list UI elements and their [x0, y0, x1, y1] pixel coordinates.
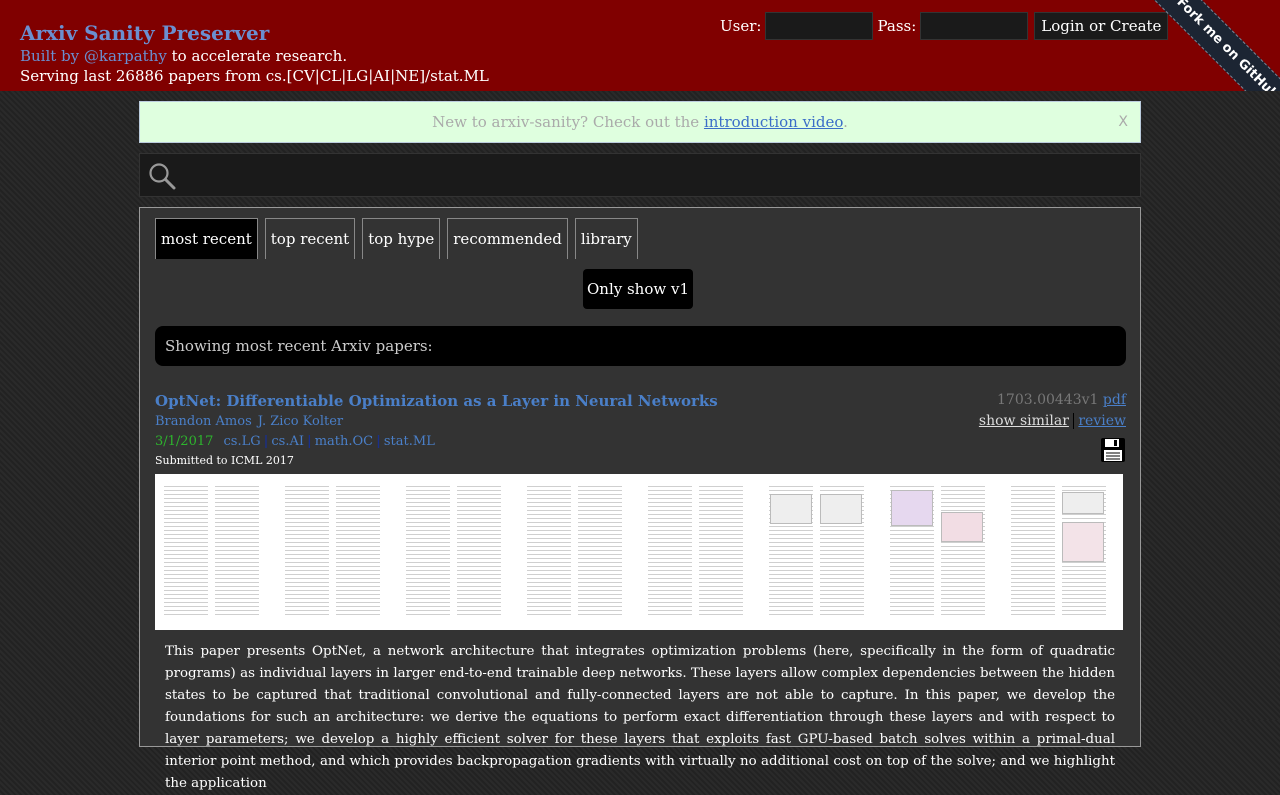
- paper-meta: 3/1/2017 cs.LG | cs.AI | math.OC | stat.ML: [155, 432, 1126, 452]
- page-thumbnail: [161, 482, 262, 620]
- author-link[interactable]: Brandon Amos: [155, 414, 252, 429]
- tagline: Built by @karpathy to accelerate researc…: [20, 46, 489, 66]
- search-bar: [139, 153, 1141, 197]
- show-similar-link[interactable]: show similar: [978, 413, 1074, 429]
- paper-abstract: This paper presents OptNet, a network ar…: [165, 644, 1115, 791]
- page-thumbnail: [766, 482, 867, 620]
- search-input[interactable]: [184, 158, 1134, 192]
- brand-block: Arxiv Sanity Preserver Built by @karpath…: [20, 20, 489, 86]
- paper-entry: OptNet: Differentiable Optimization as a…: [155, 390, 1126, 791]
- category-separator: |: [263, 434, 269, 449]
- page-thumbnail: [887, 482, 988, 620]
- floppy-disk-icon[interactable]: [1100, 437, 1126, 463]
- main-panel: most recent top recent top hype recommen…: [139, 207, 1141, 791]
- tab-top-recent[interactable]: top recent: [264, 218, 356, 259]
- username-input[interactable]: [765, 12, 874, 40]
- category-link[interactable]: cs.AI: [271, 434, 304, 449]
- github-ribbon-container: Fork me on GitHub: [1146, 0, 1280, 91]
- fork-on-github-ribbon[interactable]: Fork me on GitHub: [1147, 0, 1280, 91]
- intro-text-after: .: [843, 113, 848, 131]
- category-separator: |: [376, 434, 381, 449]
- paper-comment: Submitted to ICML 2017: [155, 454, 294, 467]
- login-form: User: Pass: Login or Create: [720, 12, 1169, 40]
- password-input[interactable]: [920, 12, 1029, 40]
- serving-info: Serving last 26886 papers from cs.[CV|CL…: [20, 67, 489, 85]
- category-separator: |: [306, 434, 312, 449]
- search-icon: [149, 163, 176, 190]
- intro-banner: New to arxiv-sanity? Check out the intro…: [139, 101, 1141, 143]
- intro-video-link[interactable]: introduction video: [704, 113, 843, 131]
- user-label: User:: [720, 17, 762, 35]
- paper-actions: show similar review: [978, 411, 1126, 431]
- sort-tabs: most recent top recent top hype recommen…: [155, 218, 645, 259]
- site-header: Arxiv Sanity Preserver Built by @karpath…: [0, 0, 1280, 91]
- category-link[interactable]: math.OC: [315, 434, 373, 449]
- page-thumbnail: [645, 482, 746, 620]
- page-thumbnail: [403, 482, 504, 620]
- paper-id: 1703.00443v1: [997, 392, 1099, 408]
- tab-library[interactable]: library: [574, 218, 638, 259]
- review-link[interactable]: review: [1078, 413, 1126, 429]
- tab-most-recent[interactable]: most recent: [155, 218, 258, 259]
- site-title-link[interactable]: Arxiv Sanity Preserver: [20, 20, 489, 46]
- built-by-link[interactable]: Built by @karpathy: [20, 47, 167, 65]
- page-thumbnail: [524, 482, 625, 620]
- paper-date: 3/1/2017: [155, 434, 214, 449]
- page-thumbnail: [282, 482, 383, 620]
- category-link[interactable]: stat.ML: [384, 434, 435, 449]
- only-show-v1-button[interactable]: Only show v1: [583, 269, 693, 309]
- showing-heading: Showing most recent Arxiv papers:: [155, 326, 1126, 366]
- intro-text-before: New to arxiv-sanity? Check out the: [432, 113, 704, 131]
- pdf-link[interactable]: pdf: [1103, 392, 1126, 408]
- page-thumbnail: [1008, 482, 1109, 620]
- tagline-rest: to accelerate research.: [166, 47, 348, 65]
- tab-top-hype[interactable]: top hype: [362, 218, 441, 259]
- paper-links: 1703.00443v1 pdf show similar review: [978, 390, 1126, 431]
- pass-label: Pass:: [877, 17, 917, 35]
- paper-thumbnails[interactable]: [155, 474, 1123, 630]
- tab-recommended[interactable]: recommended: [447, 218, 568, 259]
- intro-close-button[interactable]: X: [1118, 102, 1128, 142]
- author-link[interactable]: J. Zico Kolter: [258, 414, 343, 429]
- category-link[interactable]: cs.LG: [224, 434, 261, 449]
